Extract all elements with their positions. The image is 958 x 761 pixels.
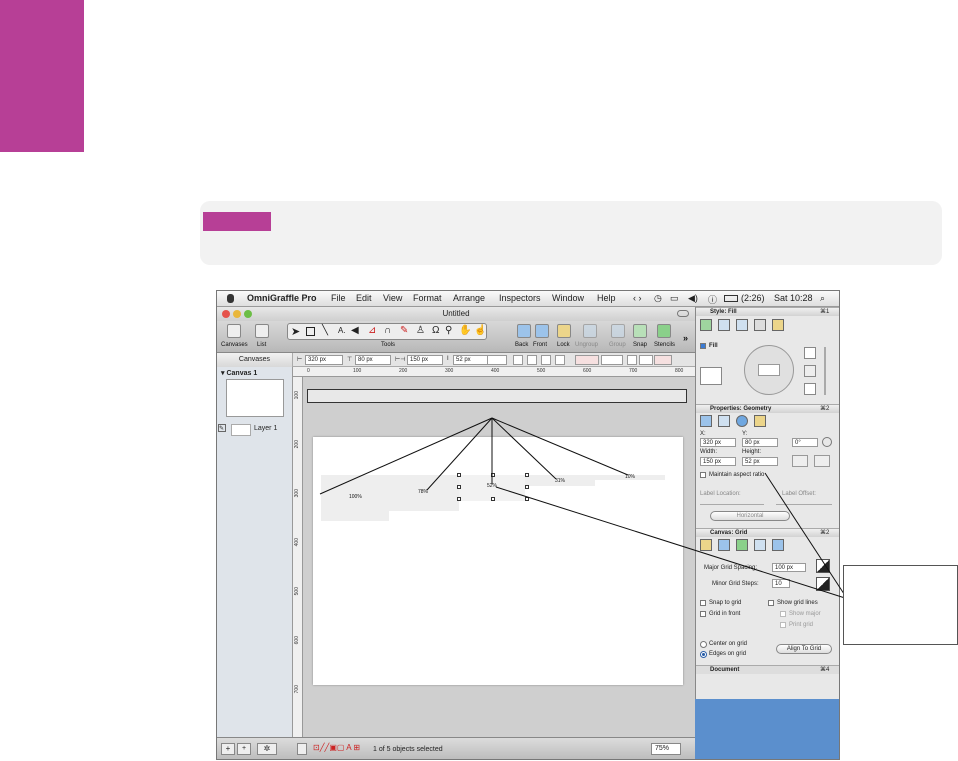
callout-line [426, 417, 493, 491]
callout-line [491, 417, 629, 476]
callout-line [491, 417, 557, 480]
callout-box [843, 565, 958, 645]
callout-line [495, 486, 846, 599]
callout-line [319, 417, 493, 495]
callout-line [764, 472, 849, 601]
callout-lines [319, 417, 849, 601]
